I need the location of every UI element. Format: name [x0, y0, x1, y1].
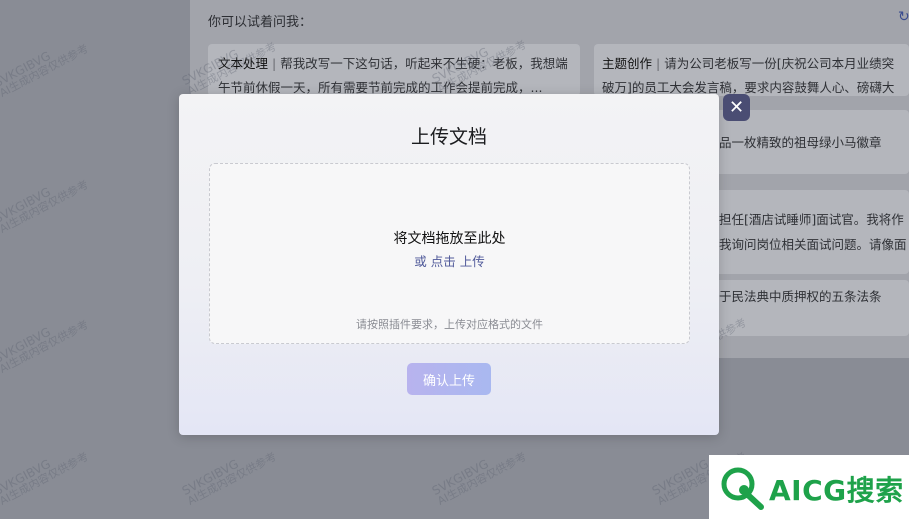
upload-document-dialog: 上传文档 将文档拖放至此处 或 点击 上传 请按照插件要求，上传对应格式的文件 …: [179, 94, 719, 435]
prompt-suggestions-title: 你可以试着问我：: [208, 15, 313, 30]
click-to-upload-link[interactable]: 或 点击 上传: [210, 251, 689, 270]
watermark-code: SVKGIBVG: [179, 456, 241, 499]
close-icon[interactable]: ✕: [723, 94, 750, 121]
confirm-upload-button[interactable]: 确认上传: [407, 363, 491, 395]
watermark-text: AI生成内容仅供参考: [0, 449, 91, 508]
watermark-code: SVKGIBVG: [0, 48, 53, 91]
suggestion-line: 担任[酒店试睡师]面试官。我将作: [719, 212, 904, 227]
magnifier-icon: [721, 467, 764, 510]
watermark-code: SVKGIBVG: [0, 324, 53, 367]
watermark-code: SVKGIBVG: [429, 456, 491, 499]
suggestion-line: 于民法典中质押权的五条法条: [719, 289, 882, 304]
card-tag: 文本处理: [218, 56, 269, 71]
watermark: SVKGIBVGAI生成内容仅供参考: [179, 440, 279, 508]
watermark: SVKGIBVGAI生成内容仅供参考: [0, 308, 91, 376]
watermark-code: SVKGIBVG: [0, 184, 53, 227]
suggestion-line: 我询问岗位相关面试问题。请像面: [719, 237, 907, 252]
file-dropzone[interactable]: 将文档拖放至此处 或 点击 上传 请按照插件要求，上传对应格式的文件: [209, 163, 690, 344]
watermark: SVKGIBVGAI生成内容仅供参考: [0, 168, 91, 236]
watermark-text: AI生成内容仅供参考: [0, 317, 91, 376]
card-separator: |: [272, 56, 277, 71]
logo-text: AICG搜索: [769, 474, 904, 507]
watermark: SVKGIBVGAI生成内容仅供参考: [0, 32, 91, 100]
refresh-icon[interactable]: ↻: [898, 9, 909, 25]
card-tag: 主题创作: [602, 56, 653, 71]
card-separator: |: [656, 56, 661, 71]
watermark-text: AI生成内容仅供参考: [0, 177, 91, 236]
dropzone-label: 将文档拖放至此处: [393, 231, 506, 247]
dialog-title: 上传文档: [410, 126, 487, 148]
suggestion-line: 品一枚精致的祖母绿小马徽章: [719, 135, 882, 150]
watermark-text: AI生成内容仅供参考: [185, 449, 279, 508]
dropzone-hint: 请按照插件要求，上传对应格式的文件: [356, 318, 543, 331]
watermark-text: AI生成内容仅供参考: [435, 449, 529, 508]
card-text: 帮我改写一下这句话，听起来不生硬：老板，我想端午节前休假一天，所有需要节前完成的…: [218, 56, 568, 95]
watermark: SVKGIBVGAI生成内容仅供参考: [429, 440, 529, 508]
watermark-code: SVKGIBVG: [0, 456, 53, 499]
watermark-text: AI生成内容仅供参考: [0, 41, 91, 100]
aicg-logo: AICG搜索: [709, 455, 909, 519]
suggestion-card-theme-creation[interactable]: 主题创作 | 请为公司老板写一份[庆祝公司本月业绩突破万]的员工大会发言稿，要求内容…: [594, 44, 909, 96]
suggestion-card-text-processing[interactable]: 文本处理 | 帮我改写一下这句话，听起来不生硬：老板，我想端午节前休假一天，所有需要…: [208, 44, 580, 96]
watermark: SVKGIBVGAI生成内容仅供参考: [0, 440, 91, 508]
